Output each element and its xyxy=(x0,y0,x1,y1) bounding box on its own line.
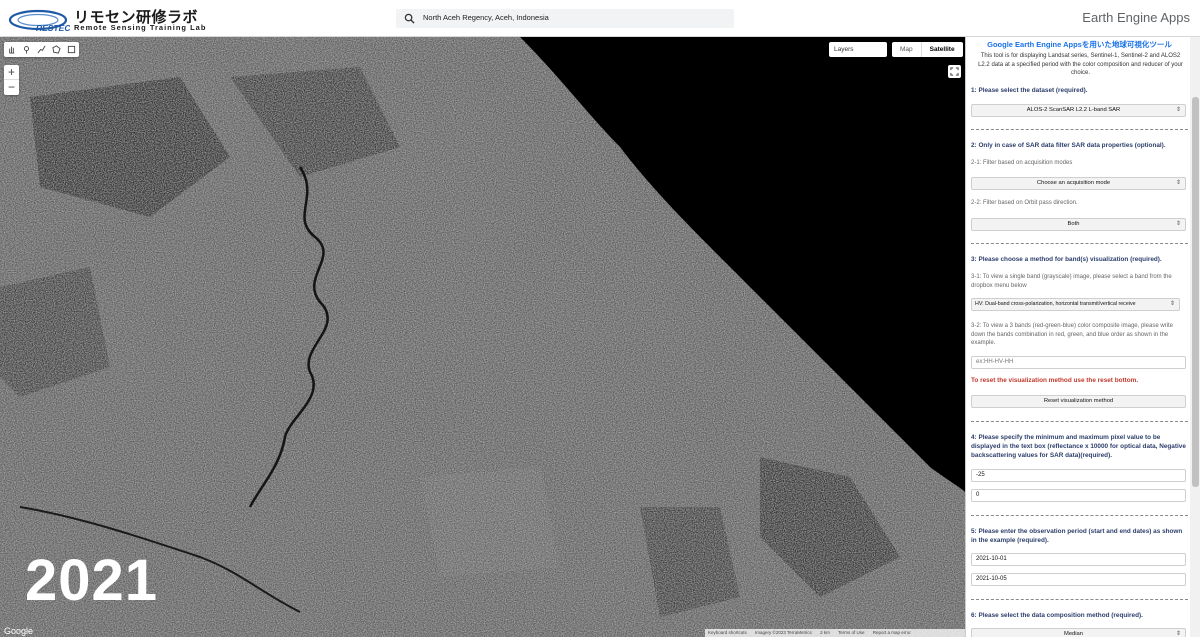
acquisition-mode-select[interactable]: Choose an acquisition mode ⇕ xyxy=(971,177,1186,190)
zoom-out-button[interactable]: − xyxy=(4,80,19,95)
control-panel: Google Earth Engine Appsを用いた地球可視化ツール Thi… xyxy=(965,37,1200,637)
acquisition-mode-value: Choose an acquisition mode xyxy=(1036,180,1111,186)
app-header: RESTEC リモセン研修ラボ Remote Sensing Training … xyxy=(0,0,1200,37)
max-value-input[interactable]: 0 xyxy=(971,489,1186,502)
divider xyxy=(971,515,1188,516)
maptype-map-button[interactable]: Map xyxy=(892,42,921,57)
imagery-credit: Imagery ©2023 TerraMetrics xyxy=(755,630,812,635)
tool-hand[interactable] xyxy=(4,42,19,57)
orbit-direction-value: Both xyxy=(1067,221,1080,227)
divider xyxy=(971,243,1188,244)
select-arrows-icon: ⇕ xyxy=(1175,107,1181,113)
band-combination-input[interactable]: ex:HH-HV-HH xyxy=(971,356,1186,369)
end-date-input[interactable]: 2021-10-05 xyxy=(971,573,1186,586)
point-icon xyxy=(23,46,30,54)
orbit-direction-select[interactable]: Both ⇕ xyxy=(971,218,1186,231)
band-select-value: HV: Dual-band cross-polarization, horizo… xyxy=(975,301,1136,307)
composition-method-value: Median xyxy=(1063,631,1083,637)
google-logo: Google xyxy=(4,626,34,636)
app-title: Earth Engine Apps xyxy=(1082,10,1190,25)
dataset-select-value: ALOS-2 ScanSAR L2.2 L-band SAR xyxy=(1026,107,1121,113)
restec-logo[interactable]: RESTEC リモセン研修ラボ Remote Sensing Training … xyxy=(8,4,205,34)
step2-heading: 2: Only in case of SAR data filter SAR d… xyxy=(971,142,1166,149)
tool-point[interactable] xyxy=(19,42,34,57)
maptype-satellite-button[interactable]: Satellite xyxy=(920,42,963,57)
search-icon xyxy=(404,13,415,24)
step6-heading: 6: Please select the data composition me… xyxy=(971,612,1143,619)
band-select[interactable]: HV: Dual-band cross-polarization, horizo… xyxy=(971,298,1180,311)
step3-1-label: 3-1: To view a single band (grayscale) i… xyxy=(971,274,1172,289)
divider xyxy=(971,129,1188,130)
select-arrows-icon: ⇕ xyxy=(1175,180,1181,186)
polygon-icon xyxy=(52,45,61,54)
map-attribution: Keyboard shortcuts Imagery ©2023 TerraMe… xyxy=(705,629,965,637)
composition-method-select[interactable]: Median ⇕ xyxy=(971,628,1186,637)
drawing-toolbar xyxy=(4,42,79,57)
search-box[interactable]: North Aceh Regency, Aceh, Indonesia xyxy=(396,9,734,28)
hand-icon xyxy=(9,46,15,54)
step2-2-label: 2-2: Filter based on Orbit pass directio… xyxy=(971,200,1078,206)
year-label: 2021 xyxy=(25,548,159,613)
layers-dropdown[interactable]: Layers xyxy=(829,42,887,57)
step1-heading: 1: Please select the dataset (required). xyxy=(971,87,1088,94)
report-error-link[interactable]: Report a map error xyxy=(873,630,911,635)
panel-intro: This tool is for displaying Landsat seri… xyxy=(978,53,1183,77)
tool-polygon[interactable] xyxy=(49,42,64,57)
tool-rectangle[interactable] xyxy=(64,42,79,57)
logo-mark-text: RESTEC xyxy=(36,23,70,32)
fullscreen-icon xyxy=(950,67,959,76)
step2-1-label: 2-1: Filter based on acquisition modes xyxy=(971,160,1073,166)
step4-heading: 4: Please specify the minimum and maximu… xyxy=(971,434,1186,459)
step3-heading: 3: Please choose a method for band(s) vi… xyxy=(971,256,1162,263)
restec-logo-icon: RESTEC xyxy=(8,9,70,32)
zoom-control: + − xyxy=(4,65,19,95)
divider xyxy=(971,599,1188,600)
map-canvas[interactable]: + − Layers Map Satellite 2021 Google Key… xyxy=(0,37,965,637)
search-input[interactable]: North Aceh Regency, Aceh, Indonesia xyxy=(423,13,549,22)
zoom-in-button[interactable]: + xyxy=(4,65,19,80)
fullscreen-button[interactable] xyxy=(948,65,961,78)
line-icon xyxy=(37,45,46,54)
scale-bar: 2 km xyxy=(820,630,830,635)
tool-line[interactable] xyxy=(34,42,49,57)
dataset-select[interactable]: ALOS-2 ScanSAR L2.2 L-band SAR ⇕ xyxy=(971,104,1186,117)
reset-note: To reset the visualization method use th… xyxy=(971,377,1139,384)
select-arrows-icon: ⇕ xyxy=(1175,631,1181,637)
panel-title: Google Earth Engine Appsを用いた地球可視化ツール xyxy=(987,40,1172,49)
rectangle-icon xyxy=(67,45,76,54)
logo-english-text: Remote Sensing Training Lab xyxy=(74,23,207,32)
start-date-input[interactable]: 2021-10-01 xyxy=(971,553,1186,566)
terms-link[interactable]: Terms of Use xyxy=(838,630,865,635)
divider xyxy=(971,421,1188,422)
maptype-control: Map Satellite xyxy=(892,42,963,57)
min-value-input[interactable]: -25 xyxy=(971,469,1186,482)
keyboard-shortcuts-link[interactable]: Keyboard shortcuts xyxy=(708,630,747,635)
panel-scrollbar[interactable] xyxy=(1190,37,1200,637)
step5-heading: 5: Please enter the observation period (… xyxy=(971,528,1183,544)
panel-scrollbar-thumb[interactable] xyxy=(1192,97,1199,487)
select-arrows-icon: ⇕ xyxy=(1175,221,1181,227)
step3-2-label: 3-2: To view a 3 bands (red-green-blue) … xyxy=(971,323,1173,347)
select-arrows-icon: ⇕ xyxy=(1169,301,1175,307)
reset-visualization-button[interactable]: Reset visualization method xyxy=(971,395,1186,408)
